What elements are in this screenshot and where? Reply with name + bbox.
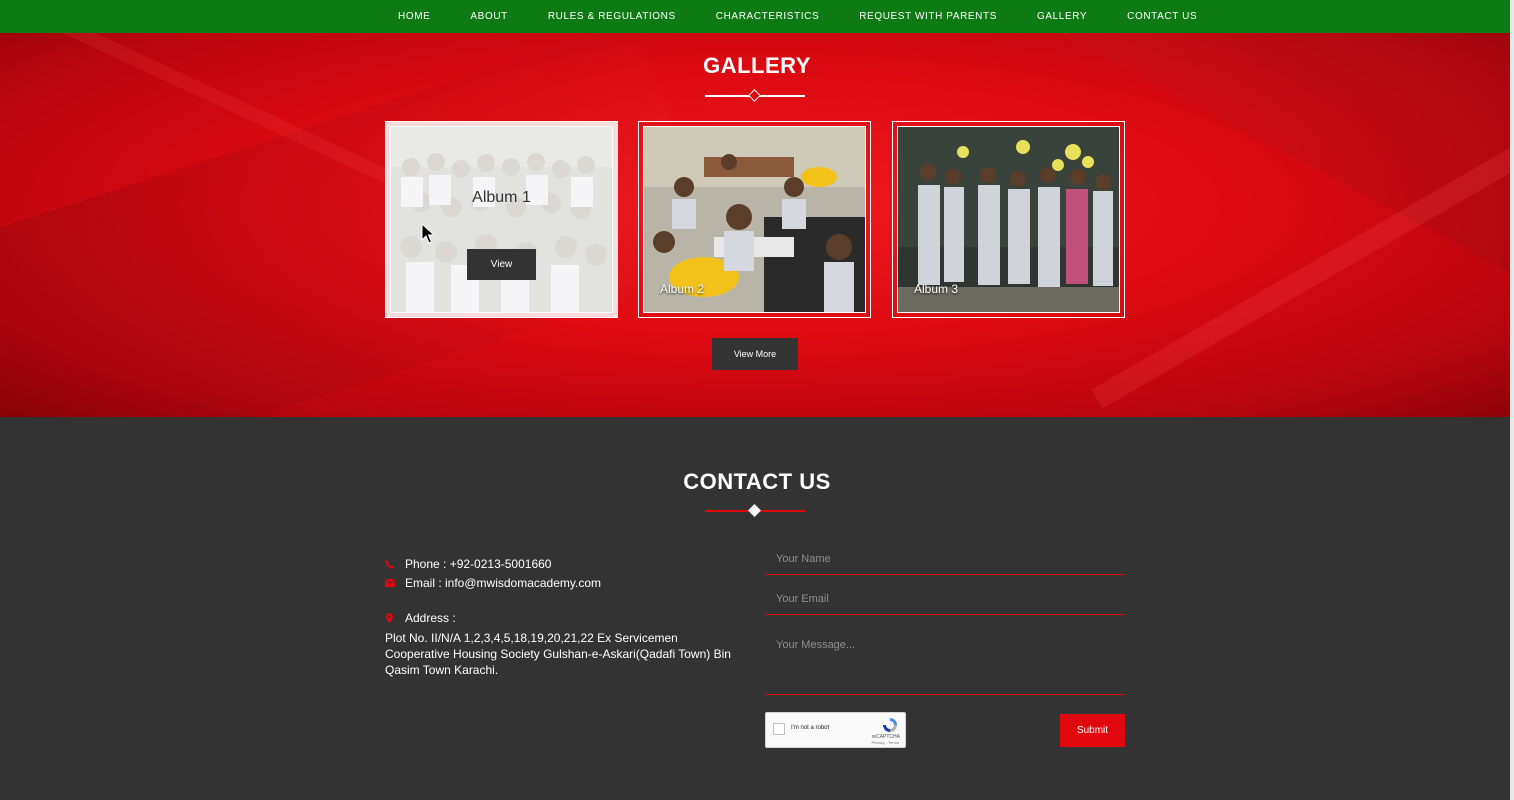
email-text[interactable]: Email : info@mwisdomacademy.com: [405, 576, 601, 590]
nav-item-characteristics[interactable]: CHARACTERISTICS: [703, 11, 819, 22]
address-label: Address :: [405, 611, 456, 625]
map-marker-icon: [385, 612, 405, 624]
album-1-title: Album 1: [472, 189, 531, 206]
album-card-3[interactable]: Album 3: [892, 121, 1125, 318]
album-2-photo: Album 2: [643, 126, 866, 313]
nav-item-gallery[interactable]: GALLERY: [1024, 11, 1087, 22]
message-textarea[interactable]: [776, 639, 1125, 695]
album-1-photo: Album 1 View: [390, 126, 613, 313]
name-field-wrapper: [765, 553, 1125, 575]
nav-item-request-with-parents[interactable]: REQUEST WITH PARENTS: [846, 11, 997, 22]
contact-title: CONTACT US: [683, 469, 831, 494]
album-3-caption: Album 3: [914, 282, 959, 296]
gallery-title-divider: [705, 89, 805, 102]
album-card-1[interactable]: Album 1 View: [385, 121, 618, 318]
album-1-view-button[interactable]: View: [467, 249, 536, 280]
email-field-wrapper: [765, 593, 1125, 615]
page-scrollbar[interactable]: [1510, 0, 1514, 800]
gallery-section: GALLERY Album 1 View Album 2 Album 3 Vie…: [0, 33, 1514, 417]
nav-item-home[interactable]: HOME: [385, 11, 430, 22]
contact-address-label: Address :: [385, 611, 456, 625]
submit-button[interactable]: Submit: [1060, 714, 1125, 747]
recaptcha-terms[interactable]: Privacy - Terms: [872, 740, 899, 745]
nav-menu: HOME ABOUT RULES & REGULATIONS CHARACTER…: [385, 0, 1224, 33]
contact-title-divider: [705, 504, 805, 517]
nav-item-contact[interactable]: CONTACT US: [1114, 11, 1197, 22]
nav-item-about[interactable]: ABOUT: [457, 11, 507, 22]
message-field-wrapper: [765, 639, 1125, 695]
recaptcha-checkbox[interactable]: [773, 723, 785, 735]
envelope-icon: [385, 577, 405, 589]
album-3-photo: Album 3: [897, 126, 1120, 313]
top-navbar: HOME ABOUT RULES & REGULATIONS CHARACTER…: [0, 0, 1514, 33]
nav-item-rules[interactable]: RULES & REGULATIONS: [535, 11, 676, 22]
recaptcha-widget: I'm not a robot reCAPTCHA Privacy - Term…: [765, 712, 906, 748]
cursor-icon: [421, 223, 436, 244]
album-card-2[interactable]: Album 2: [638, 121, 871, 318]
name-input[interactable]: [776, 553, 1125, 565]
recaptcha-logo-icon: [883, 718, 897, 732]
contact-section: CONTACT US Phone : +92-0213-5001660 Emai…: [0, 417, 1514, 800]
album-2-caption: Album 2: [660, 282, 705, 296]
album-1-hover-overlay: [391, 127, 612, 312]
phone-text: Phone : +92-0213-5001660: [405, 557, 552, 571]
recaptcha-label: I'm not a robot: [791, 725, 830, 731]
view-more-button[interactable]: View More: [712, 338, 798, 370]
gallery-title: GALLERY: [703, 53, 811, 78]
background-streak: [1091, 39, 1514, 409]
phone-icon: [385, 558, 405, 570]
address-text: Plot No. II/N/A 1,2,3,4,5,18,19,20,21,22…: [385, 631, 731, 677]
contact-email: Email : info@mwisdomacademy.com: [385, 576, 601, 590]
email-input[interactable]: [776, 593, 1125, 605]
contact-phone: Phone : +92-0213-5001660: [385, 557, 551, 571]
